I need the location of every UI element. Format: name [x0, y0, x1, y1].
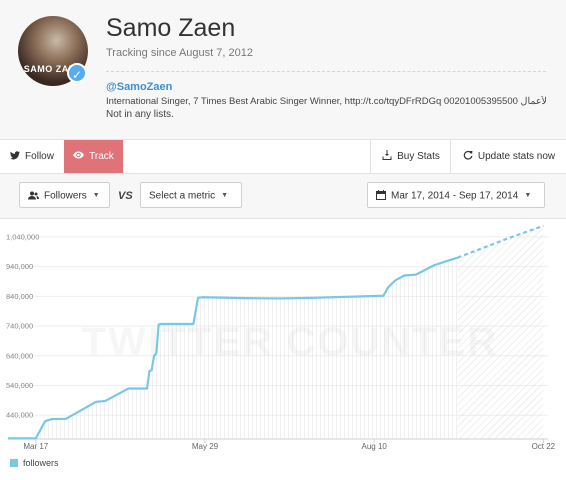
legend-label: followers [23, 458, 59, 468]
metric-label: Followers [44, 190, 87, 202]
track-label: Track [89, 151, 114, 162]
compare-metric-label: Select a metric [149, 190, 216, 202]
action-toolbar: Follow Track Buy Stats Update stats now [0, 140, 566, 174]
x-axis-ticks: Mar 17 May 29 Aug 10 Oct 22 [23, 439, 556, 451]
y-tick-label: 640,000 [6, 351, 33, 360]
date-range-label: Mar 17, 2014 - Sep 17, 2014 [391, 190, 519, 202]
chevron-down-icon: ▼ [92, 192, 100, 199]
track-button[interactable]: Track [64, 140, 123, 173]
lists-status: Not in any lists. [106, 109, 174, 120]
chart-legend[interactable]: followers [10, 458, 59, 468]
chevron-down-icon: ▼ [221, 192, 229, 199]
x-tick-label: Aug 10 [362, 442, 388, 451]
x-tick-label: May 29 [192, 442, 219, 451]
y-tick-label: 740,000 [6, 322, 33, 331]
vs-label: VS [118, 190, 133, 202]
chart-controls: Followers ▼ VS Select a metric ▼ Mar 17, 2… [0, 174, 566, 219]
metric-select[interactable]: Followers ▼ [19, 182, 110, 208]
twitter-bird-icon [10, 140, 21, 173]
eye-icon [73, 140, 85, 173]
buy-stats-button[interactable]: Buy Stats [370, 140, 451, 173]
chart-canvas: TWITTER COUNTER 440,000 540,000 640,000 740… [6, 224, 556, 451]
cart-download-icon [382, 140, 392, 173]
update-stats-button[interactable]: Update stats now [450, 140, 566, 173]
followers-chart: TWITTER COUNTER 440,000 540,000 640,000 740… [0, 219, 566, 480]
legend-swatch [10, 459, 18, 467]
compare-metric-select[interactable]: Select a metric ▼ [140, 182, 242, 208]
date-range-select[interactable]: Mar 17, 2014 - Sep 17, 2014 ▼ [367, 182, 545, 208]
y-tick-label: 540,000 [6, 381, 33, 390]
verified-badge-icon: ✓ [67, 63, 87, 83]
follow-label: Follow [25, 151, 54, 162]
calendar-icon [376, 184, 386, 210]
profile-header: SAMO ZAEN ✓ Samo Zaen Tracking since Aug… [0, 0, 566, 140]
refresh-icon [463, 140, 473, 173]
users-icon [28, 184, 39, 210]
y-tick-label: 940,000 [6, 262, 33, 271]
y-tick-label: 1,040,000 [6, 232, 39, 241]
profile-bio: International Singer, 7 Times Best Arabi… [106, 96, 546, 107]
y-tick-label: 440,000 [6, 411, 33, 420]
update-stats-label: Update stats now [477, 151, 556, 162]
tracking-since: Tracking since August 7, 2012 [106, 47, 253, 59]
profile-name: Samo Zaen [106, 14, 236, 42]
follow-button[interactable]: Follow [0, 140, 65, 173]
y-tick-label: 840,000 [6, 292, 33, 301]
chevron-down-icon: ▼ [524, 192, 532, 199]
profile-divider [106, 71, 546, 72]
buy-stats-label: Buy Stats [397, 151, 440, 162]
twitter-handle-link[interactable]: @SamoZaen [106, 81, 172, 93]
x-tick-label: Mar 17 [23, 442, 48, 451]
x-tick-label: Oct 22 [532, 442, 556, 451]
chart-watermark: TWITTER COUNTER [82, 320, 499, 364]
